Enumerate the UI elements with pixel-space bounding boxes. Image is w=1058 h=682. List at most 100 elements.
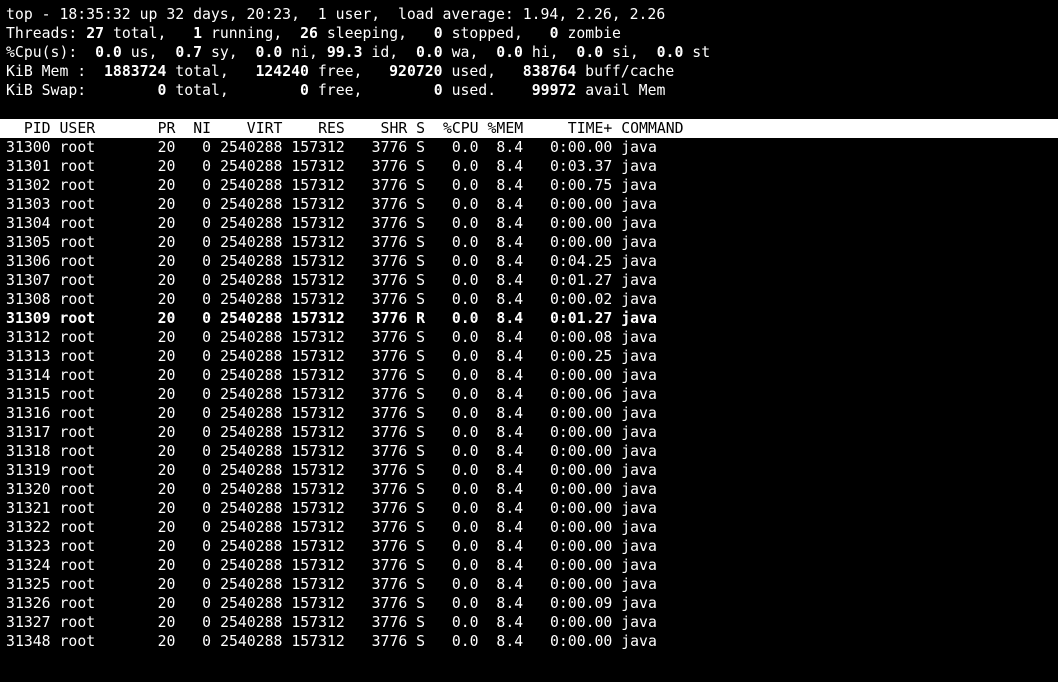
process-command: java xyxy=(621,158,657,175)
process-command: java xyxy=(621,386,657,403)
process-shr: 3776 xyxy=(371,177,408,194)
process-ni: 0 xyxy=(202,215,212,232)
process-mem: 8.4 xyxy=(496,177,524,194)
process-state: S xyxy=(416,386,426,403)
process-time: 0:00.09 xyxy=(549,595,613,612)
uptime-line: top - 18:35:32 up 32 days, 20:23, 1 user… xyxy=(6,5,1058,24)
process-state: S xyxy=(416,462,426,479)
top-terminal-output[interactable]: top - 18:35:32 up 32 days, 20:23, 1 user… xyxy=(0,5,1058,651)
process-virt: 2540288 xyxy=(220,348,283,365)
process-virt: 2540288 xyxy=(220,177,283,194)
mem-buff-label: buff/cache xyxy=(585,63,675,80)
cpu-wa-label: wa, xyxy=(451,44,479,61)
process-user: root xyxy=(59,557,96,574)
process-mem: 8.4 xyxy=(496,557,524,574)
process-pr: 20 xyxy=(157,196,176,213)
process-res: 157312 xyxy=(291,348,345,365)
process-res: 157312 xyxy=(291,405,345,422)
process-row: 31314 root 20 0 2540288 157312 3776 S 0.0 8.4 0:00… xyxy=(6,366,1058,385)
cpu-label: %Cpu(s): xyxy=(6,44,78,61)
process-pid: 31319 xyxy=(6,462,51,479)
process-time: 0:00.00 xyxy=(549,367,613,384)
process-virt: 2540288 xyxy=(220,500,283,517)
process-shr: 3776 xyxy=(371,424,408,441)
process-row: 31324 root 20 0 2540288 157312 3776 S 0.0 8.4 0:00… xyxy=(6,556,1058,575)
process-cpu: 0.0 xyxy=(451,215,479,232)
process-ni: 0 xyxy=(202,462,212,479)
threads-zombie-label: zombie xyxy=(567,25,621,42)
process-cpu: 0.0 xyxy=(451,481,479,498)
process-pr: 20 xyxy=(157,367,176,384)
process-pr: 20 xyxy=(157,633,176,650)
process-virt: 2540288 xyxy=(220,386,283,403)
process-cpu: 0.0 xyxy=(451,443,479,460)
mem-total: 1883724 xyxy=(104,63,167,80)
process-command: java xyxy=(621,367,657,384)
process-res: 157312 xyxy=(291,139,345,156)
process-state: S xyxy=(416,424,426,441)
process-ni: 0 xyxy=(202,614,212,631)
uptime-text: top - 18:35:32 up 32 days, 20:23, 1 user… xyxy=(6,6,666,23)
process-cpu: 0.0 xyxy=(451,234,479,251)
mem-free-label: free, xyxy=(317,63,363,80)
process-mem: 8.4 xyxy=(496,633,524,650)
threads-sleeping-label: sleeping, xyxy=(326,25,408,42)
process-row: 31306 root 20 0 2540288 157312 3776 S 0.0 8.4 0:04… xyxy=(6,252,1058,271)
process-state: S xyxy=(416,367,426,384)
process-ni: 0 xyxy=(202,557,212,574)
process-shr: 3776 xyxy=(371,310,408,327)
process-pid: 31313 xyxy=(6,348,51,365)
process-res: 157312 xyxy=(291,595,345,612)
swap-total: 0 xyxy=(157,82,167,99)
column-header-pr: PR xyxy=(157,120,176,137)
cpu-us: 0.0 xyxy=(95,44,122,61)
process-cpu: 0.0 xyxy=(451,177,479,194)
cpu-st-label: st xyxy=(692,44,711,61)
process-ni: 0 xyxy=(202,500,212,517)
process-shr: 3776 xyxy=(371,348,408,365)
process-command: java xyxy=(621,633,657,650)
process-res: 157312 xyxy=(291,462,345,479)
process-row: 31313 root 20 0 2540288 157312 3776 S 0.0 8.4 0:00… xyxy=(6,347,1058,366)
process-ni: 0 xyxy=(202,291,212,308)
process-pid: 31302 xyxy=(6,177,51,194)
process-user: root xyxy=(59,633,96,650)
process-virt: 2540288 xyxy=(220,234,283,251)
process-res: 157312 xyxy=(291,614,345,631)
process-virt: 2540288 xyxy=(220,215,283,232)
process-state: S xyxy=(416,234,426,251)
process-mem: 8.4 xyxy=(496,158,524,175)
process-command: java xyxy=(621,614,657,631)
process-shr: 3776 xyxy=(371,595,408,612)
process-ni: 0 xyxy=(202,519,212,536)
process-time: 0:00.00 xyxy=(549,481,613,498)
process-ni: 0 xyxy=(202,139,212,156)
column-header-res: RES xyxy=(318,120,345,137)
process-state: S xyxy=(416,557,426,574)
process-user: root xyxy=(59,538,96,555)
process-res: 157312 xyxy=(291,538,345,555)
process-res: 157312 xyxy=(291,234,345,251)
process-row: 31323 root 20 0 2540288 157312 3776 S 0.0 8.4 0:00… xyxy=(6,537,1058,556)
swap-label: KiB Swap: xyxy=(6,82,87,99)
process-res: 157312 xyxy=(291,367,345,384)
process-ni: 0 xyxy=(202,367,212,384)
process-mem: 8.4 xyxy=(496,462,524,479)
process-mem: 8.4 xyxy=(496,595,524,612)
process-pid: 31304 xyxy=(6,215,51,232)
process-mem: 8.4 xyxy=(496,253,524,270)
process-state: S xyxy=(416,576,426,593)
process-row: 31326 root 20 0 2540288 157312 3776 S 0.0 8.4 0:00… xyxy=(6,594,1058,613)
process-row: 31312 root 20 0 2540288 157312 3776 S 0.0 8.4 0:00… xyxy=(6,328,1058,347)
cpu-hi: 0.0 xyxy=(496,44,523,61)
process-ni: 0 xyxy=(202,329,212,346)
process-user: root xyxy=(59,272,96,289)
process-state: S xyxy=(416,519,426,536)
threads-running: 1 xyxy=(193,25,203,42)
process-pid: 31307 xyxy=(6,272,51,289)
process-cpu: 0.0 xyxy=(451,386,479,403)
column-header-cpu: %CPU xyxy=(442,120,479,137)
process-time: 0:00.00 xyxy=(549,538,613,555)
threads-zombie: 0 xyxy=(549,25,559,42)
